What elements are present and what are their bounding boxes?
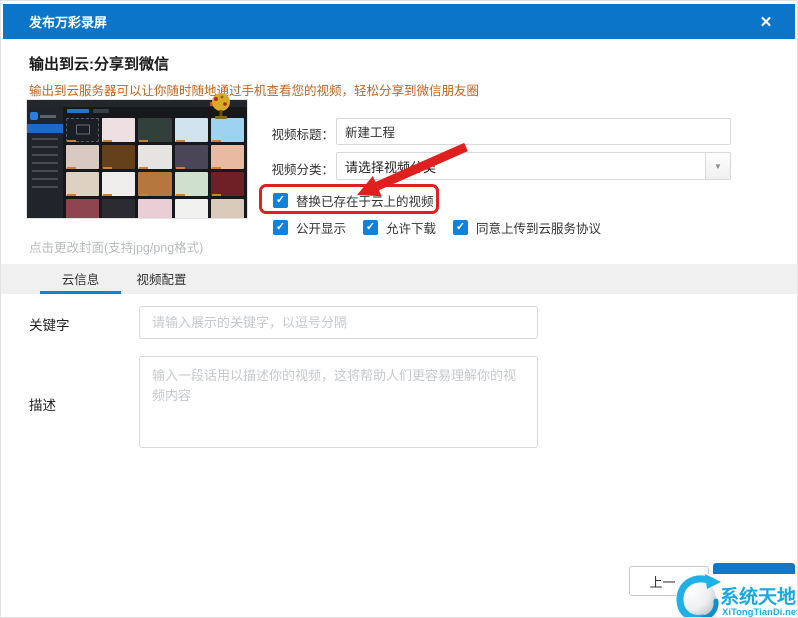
cover-tile [211, 145, 244, 169]
cover-tile [102, 145, 135, 169]
checkbox-agree-label: 同意上传到云服务协议 [476, 218, 601, 237]
video-title-input[interactable] [336, 118, 731, 145]
thumb-app-sidebar [27, 107, 63, 219]
keywords-input[interactable] [139, 306, 538, 339]
thumb-record-button [210, 102, 221, 106]
cover-thumbnail[interactable] [26, 99, 248, 219]
thumb-app-body [27, 107, 247, 219]
cover-tile [102, 118, 135, 142]
cover-tile [175, 145, 208, 169]
keywords-label: 关键字 [29, 314, 70, 334]
watermark-url: XiTongTianDi.net [722, 607, 798, 618]
dialog-title: 发布万彩录屏 [29, 12, 107, 31]
publish-dialog: 发布万彩录屏 ✕ 输出到云:分享到微信 输出到云服务器可以让你随时随地通过手机查… [0, 0, 798, 618]
checkbox-allow-download[interactable]: ✓ 允许下载 [363, 218, 436, 237]
watermark-sphere-icon [678, 574, 721, 618]
cover-tile [66, 172, 99, 196]
section-heading: 输出到云:分享到微信 [29, 53, 169, 74]
video-category-value: 请选择视频分类 [337, 157, 705, 176]
cover-tile [66, 118, 99, 142]
section-subheading: 输出到云服务器可以让你随时随地通过手机查看您的视频，轻松分享到微信朋友圈 [29, 80, 479, 99]
description-label: 描述 [29, 394, 56, 414]
cover-tile [175, 199, 208, 219]
cover-tile [66, 199, 99, 219]
check-icon: ✓ [273, 193, 288, 208]
watermark-logo: 系统天地 XiTongTianDi.net [676, 574, 798, 618]
description-textarea[interactable] [139, 356, 538, 448]
tab-cloud-info[interactable]: 云信息 [40, 264, 121, 294]
check-icon: ✓ [363, 220, 378, 235]
cover-tile [211, 172, 244, 196]
watermark-name: 系统天地 [720, 585, 796, 608]
check-icon: ✓ [273, 220, 288, 235]
cover-tile [102, 172, 135, 196]
checkbox-public-display[interactable]: ✓ 公开显示 [273, 218, 346, 237]
cover-tile [138, 145, 171, 169]
chevron-down-icon[interactable]: ▼ [705, 153, 730, 179]
cover-grid [63, 117, 247, 219]
cover-tile [138, 118, 171, 142]
video-title-label: 视频标题： [246, 124, 334, 143]
thumb-app-titlebar [27, 100, 247, 107]
thumb-app-logo [27, 110, 63, 124]
cover-tile [175, 172, 208, 196]
cover-tile [211, 199, 244, 219]
cover-caption: 点击更改封面(支持jpg/png格式) [29, 237, 203, 256]
thumb-content-toolbar [63, 107, 247, 117]
dialog-titlebar: 发布万彩录屏 ✕ [3, 4, 795, 39]
cover-tile [138, 172, 171, 196]
cover-tile [102, 199, 135, 219]
video-category-label: 视频分类： [246, 159, 334, 178]
watermark: 系统天地 XiTongTianDi.net [676, 574, 798, 618]
checkbox-public-label: 公开显示 [296, 218, 346, 237]
cover-tile [66, 145, 99, 169]
checkbox-download-label: 允许下载 [386, 218, 436, 237]
tab-video-config[interactable]: 视频配置 [121, 264, 202, 294]
checkbox-replace-cloud-video[interactable]: ✓ 替换已存在于云上的视频 [273, 191, 434, 210]
checkbox-replace-label: 替换已存在于云上的视频 [296, 191, 434, 210]
thumb-app-content [63, 107, 247, 219]
tab-bar: 云信息 视频配置 [1, 264, 798, 294]
cover-tile [175, 118, 208, 142]
cover-tile [211, 118, 244, 142]
check-icon: ✓ [453, 220, 468, 235]
video-category-select[interactable]: 请选择视频分类 ▼ [336, 152, 731, 180]
cover-tile [138, 199, 171, 219]
checkbox-agree-terms[interactable]: ✓ 同意上传到云服务协议 [453, 218, 601, 237]
thumb-sidebar-active-item [27, 124, 63, 133]
close-icon[interactable]: ✕ [751, 4, 781, 39]
